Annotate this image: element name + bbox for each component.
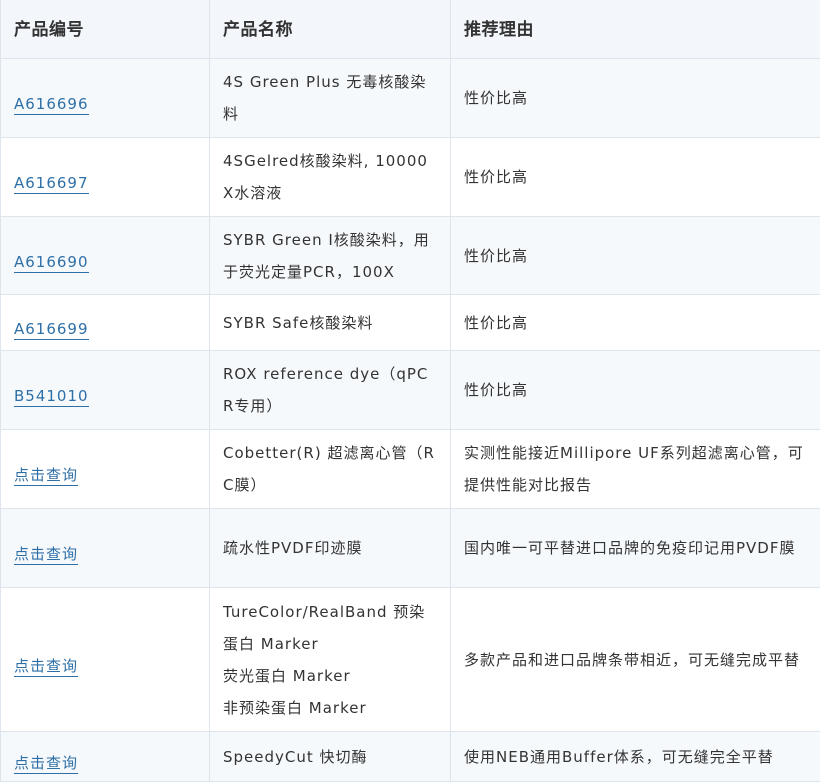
table-row: A616696 4S Green Plus 无毒核酸染料 性价比高	[1, 59, 820, 138]
name-cell: 4S Green Plus 无毒核酸染料	[210, 59, 451, 138]
code-cell: A616690	[1, 217, 210, 295]
table-body: A616696 4S Green Plus 无毒核酸染料 性价比高 A61669…	[1, 59, 820, 782]
product-name: Cobetter(R) 超滤离心管（RC膜）	[223, 437, 437, 501]
recommend-reason: 性价比高	[464, 381, 528, 399]
code-cell: 点击查询	[1, 509, 210, 588]
product-name: SpeedyCut 快切酶	[223, 741, 437, 773]
product-name: 4SGelred核酸染料, 10000X水溶液	[223, 145, 437, 209]
reason-cell: 性价比高	[451, 351, 820, 430]
product-name: SYBR Green I核酸染料，用于荧光定量PCR，100X	[223, 224, 437, 288]
product-name: 4S Green Plus 无毒核酸染料	[223, 66, 437, 130]
query-link[interactable]: 点击查询	[14, 545, 78, 565]
reason-cell: 性价比高	[451, 59, 820, 138]
code-cell: B541010	[1, 351, 210, 430]
name-cell: SYBR Safe核酸染料	[210, 295, 451, 351]
reason-cell: 性价比高	[451, 295, 820, 351]
reason-cell: 实测性能接近Millipore UF系列超滤离心管，可提供性能对比报告	[451, 430, 820, 509]
product-code-link[interactable]: A616696	[14, 95, 89, 115]
table-row: 点击查询 疏水性PVDF印迹膜 国内唯一可平替进口品牌的免疫印记用PVDF膜	[1, 509, 820, 588]
recommend-reason: 国内唯一可平替进口品牌的免疫印记用PVDF膜	[464, 539, 796, 557]
code-cell: A616699	[1, 295, 210, 351]
product-name: SYBR Safe核酸染料	[223, 307, 437, 339]
table-row: 点击查询 Cobetter(R) 超滤离心管（RC膜） 实测性能接近Millip…	[1, 430, 820, 509]
recommend-reason: 性价比高	[464, 314, 528, 332]
product-name: TureColor/RealBand 预染蛋白 Marker	[223, 596, 437, 660]
header-product-code: 产品编号	[1, 0, 210, 59]
name-cell: ROX reference dye（qPCR专用）	[210, 351, 451, 430]
recommend-reason: 性价比高	[464, 89, 528, 107]
table-row: 点击查询 TureColor/RealBand 预染蛋白 Marker 荧光蛋白…	[1, 588, 820, 732]
product-code-link[interactable]: A616690	[14, 253, 89, 273]
code-cell: A616697	[1, 138, 210, 217]
name-cell: Cobetter(R) 超滤离心管（RC膜）	[210, 430, 451, 509]
recommend-reason: 多款产品和进口品牌条带相近，可无缝完成平替	[464, 651, 800, 669]
product-code-link[interactable]: A616699	[14, 320, 89, 340]
reason-cell: 性价比高	[451, 138, 820, 217]
name-cell: 疏水性PVDF印迹膜	[210, 509, 451, 588]
product-table: 产品编号 产品名称 推荐理由 A616696 4S Green Plus 无毒核…	[0, 0, 820, 782]
name-cell: TureColor/RealBand 预染蛋白 Marker 荧光蛋白 Mark…	[210, 588, 451, 732]
name-cell: 4SGelred核酸染料, 10000X水溶液	[210, 138, 451, 217]
table-row: A616699 SYBR Safe核酸染料 性价比高	[1, 295, 820, 351]
product-code-link[interactable]: B541010	[14, 387, 89, 407]
reason-cell: 性价比高	[451, 217, 820, 295]
query-link[interactable]: 点击查询	[14, 754, 78, 774]
table-row: A616690 SYBR Green I核酸染料，用于荧光定量PCR，100X …	[1, 217, 820, 295]
code-cell: 点击查询	[1, 430, 210, 509]
reason-cell: 使用NEB通用Buffer体系，可无缝完全平替	[451, 732, 820, 782]
header-reason: 推荐理由	[451, 0, 820, 59]
product-name: 非预染蛋白 Marker	[223, 692, 437, 724]
product-name: 荧光蛋白 Marker	[223, 660, 437, 692]
name-cell: SpeedyCut 快切酶	[210, 732, 451, 782]
name-cell: SYBR Green I核酸染料，用于荧光定量PCR，100X	[210, 217, 451, 295]
product-code-link[interactable]: A616697	[14, 174, 89, 194]
product-name: ROX reference dye（qPCR专用）	[223, 358, 437, 422]
header-row: 产品编号 产品名称 推荐理由	[1, 0, 820, 59]
recommend-reason: 性价比高	[464, 168, 528, 186]
recommend-reason: 使用NEB通用Buffer体系，可无缝完全平替	[464, 748, 774, 766]
product-name: 疏水性PVDF印迹膜	[223, 532, 437, 564]
table-row: B541010 ROX reference dye（qPCR专用） 性价比高	[1, 351, 820, 430]
code-cell: 点击查询	[1, 732, 210, 782]
table-row: 点击查询 SpeedyCut 快切酶 使用NEB通用Buffer体系，可无缝完全…	[1, 732, 820, 782]
recommend-reason: 实测性能接近Millipore UF系列超滤离心管，可提供性能对比报告	[464, 444, 804, 494]
header-product-name: 产品名称	[210, 0, 451, 59]
code-cell: A616696	[1, 59, 210, 138]
code-cell: 点击查询	[1, 588, 210, 732]
query-link[interactable]: 点击查询	[14, 466, 78, 486]
query-link[interactable]: 点击查询	[14, 657, 78, 677]
table-row: A616697 4SGelred核酸染料, 10000X水溶液 性价比高	[1, 138, 820, 217]
table-header: 产品编号 产品名称 推荐理由	[1, 0, 820, 59]
reason-cell: 多款产品和进口品牌条带相近，可无缝完成平替	[451, 588, 820, 732]
reason-cell: 国内唯一可平替进口品牌的免疫印记用PVDF膜	[451, 509, 820, 588]
recommend-reason: 性价比高	[464, 247, 528, 265]
